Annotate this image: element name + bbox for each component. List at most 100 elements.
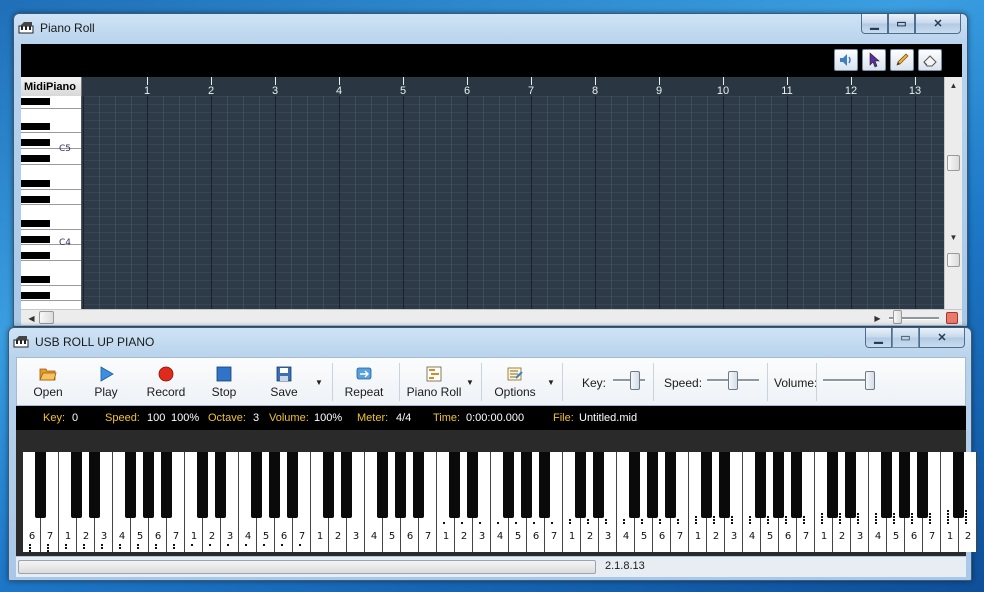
black-key[interactable] <box>89 452 100 518</box>
horizontal-scroll-thumb[interactable] <box>39 311 54 324</box>
stop-button[interactable]: Stop <box>205 361 243 403</box>
open-label: Open <box>33 385 63 399</box>
vertical-scrollbar[interactable]: ▲ ▼ <box>944 77 962 309</box>
black-key[interactable] <box>395 452 406 518</box>
save-button[interactable]: Save <box>265 361 303 403</box>
timeline-ruler[interactable]: 1 2 3 4 5 6 7 8 9 10 11 12 13 <box>82 77 944 97</box>
roll-black-key[interactable] <box>21 220 50 227</box>
roll-black-key[interactable] <box>21 155 50 162</box>
speaker-tool-button[interactable] <box>834 49 858 71</box>
octave-dot <box>173 544 175 546</box>
roll-black-key[interactable] <box>21 236 50 243</box>
maximize-button[interactable]: ▭ <box>888 14 915 34</box>
black-key[interactable] <box>287 452 298 518</box>
black-key[interactable] <box>845 452 856 518</box>
white-key-label: 1 <box>568 531 576 542</box>
save-dropdown-icon[interactable]: ▼ <box>315 378 323 387</box>
black-key[interactable] <box>197 452 208 518</box>
octave-dot <box>515 522 517 524</box>
black-key[interactable] <box>323 452 334 518</box>
black-key[interactable] <box>701 452 712 518</box>
black-key[interactable] <box>413 452 424 518</box>
black-key[interactable] <box>125 452 136 518</box>
scroll-down-icon[interactable]: ▼ <box>945 229 962 245</box>
black-key[interactable] <box>881 452 892 518</box>
roll-black-key[interactable] <box>21 276 50 283</box>
black-key[interactable] <box>917 452 928 518</box>
black-key[interactable] <box>161 452 172 518</box>
main-titlebar[interactable]: USB ROLL UP PIANO <box>9 328 971 356</box>
black-key[interactable] <box>269 452 280 518</box>
open-button[interactable]: Open <box>27 361 69 403</box>
horizontal-scrollbar[interactable]: ◀ ▶ <box>21 309 962 325</box>
black-key[interactable] <box>647 452 658 518</box>
maximize-button[interactable]: ▭ <box>892 328 919 348</box>
minimize-button[interactable]: ▁ <box>861 14 888 34</box>
roll-key-divider <box>21 229 81 230</box>
resize-grip-icon[interactable] <box>946 312 958 324</box>
octave-dot <box>929 513 931 515</box>
roll-black-key[interactable] <box>21 252 50 259</box>
octave-label: C5 <box>59 144 72 154</box>
black-key[interactable] <box>215 452 226 518</box>
vertical-zoom-thumb[interactable] <box>947 253 960 267</box>
eraser-tool-button[interactable] <box>918 49 942 71</box>
black-key[interactable] <box>539 452 550 518</box>
playback-progress-bar[interactable] <box>18 560 596 574</box>
roll-black-key[interactable] <box>21 98 50 105</box>
black-key[interactable] <box>899 452 910 518</box>
black-key[interactable] <box>575 452 586 518</box>
piano-roll-icon <box>425 365 443 383</box>
volume-slider-thumb[interactable] <box>865 371 875 390</box>
pencil-tool-button[interactable] <box>890 49 914 71</box>
black-key[interactable] <box>467 452 478 518</box>
black-key[interactable] <box>143 452 154 518</box>
black-key[interactable] <box>71 452 82 518</box>
black-key[interactable] <box>791 452 802 518</box>
roll-black-key[interactable] <box>21 180 50 187</box>
black-key[interactable] <box>827 452 838 518</box>
black-key[interactable] <box>521 452 532 518</box>
ruler-tick <box>339 77 340 85</box>
close-button[interactable]: ✕ <box>915 14 961 34</box>
play-button[interactable]: Play <box>87 361 125 403</box>
zoom-thumb[interactable] <box>893 310 902 324</box>
black-key[interactable] <box>377 452 388 518</box>
black-key[interactable] <box>719 452 730 518</box>
black-key[interactable] <box>665 452 676 518</box>
black-key[interactable] <box>251 452 262 518</box>
vertical-scroll-thumb[interactable] <box>947 155 960 171</box>
minimize-button[interactable]: ▁ <box>865 328 892 348</box>
black-key[interactable] <box>35 452 46 518</box>
key-slider-thumb[interactable] <box>630 371 640 390</box>
roll-black-key[interactable] <box>21 139 50 146</box>
roll-black-key[interactable] <box>21 123 50 130</box>
piano-roll-button[interactable]: Piano Roll <box>407 361 461 403</box>
scroll-left-icon[interactable]: ◀ <box>23 310 40 326</box>
black-key[interactable] <box>341 452 352 518</box>
piano-roll-dropdown-icon[interactable]: ▼ <box>466 378 474 387</box>
record-button[interactable]: Record <box>143 361 189 403</box>
speed-slider-thumb[interactable] <box>728 371 738 390</box>
roll-black-key[interactable] <box>21 196 50 203</box>
black-key[interactable] <box>503 452 514 518</box>
piano-roll-titlebar[interactable]: Piano Roll <box>14 14 967 42</box>
roll-black-key[interactable] <box>21 292 50 299</box>
pointer-tool-button[interactable] <box>862 49 886 71</box>
black-key[interactable] <box>629 452 640 518</box>
black-key[interactable] <box>773 452 784 518</box>
scroll-up-icon[interactable]: ▲ <box>945 77 962 93</box>
black-key[interactable] <box>449 452 460 518</box>
piano-keys-container[interactable]: 6712345671234567123456712345671234567123… <box>23 452 977 552</box>
repeat-button[interactable]: Repeat <box>341 361 387 403</box>
options-button[interactable]: Options <box>491 361 539 403</box>
options-dropdown-icon[interactable]: ▼ <box>547 378 555 387</box>
note-grid[interactable] <box>82 96 944 309</box>
black-key[interactable] <box>593 452 604 518</box>
piano-roll-keys[interactable]: C5 C4 <box>21 96 82 309</box>
black-key[interactable] <box>953 452 964 518</box>
black-key[interactable] <box>755 452 766 518</box>
white-key-label: 2 <box>208 531 216 542</box>
close-button[interactable]: ✕ <box>919 328 965 348</box>
scroll-right-icon[interactable]: ▶ <box>869 310 886 326</box>
